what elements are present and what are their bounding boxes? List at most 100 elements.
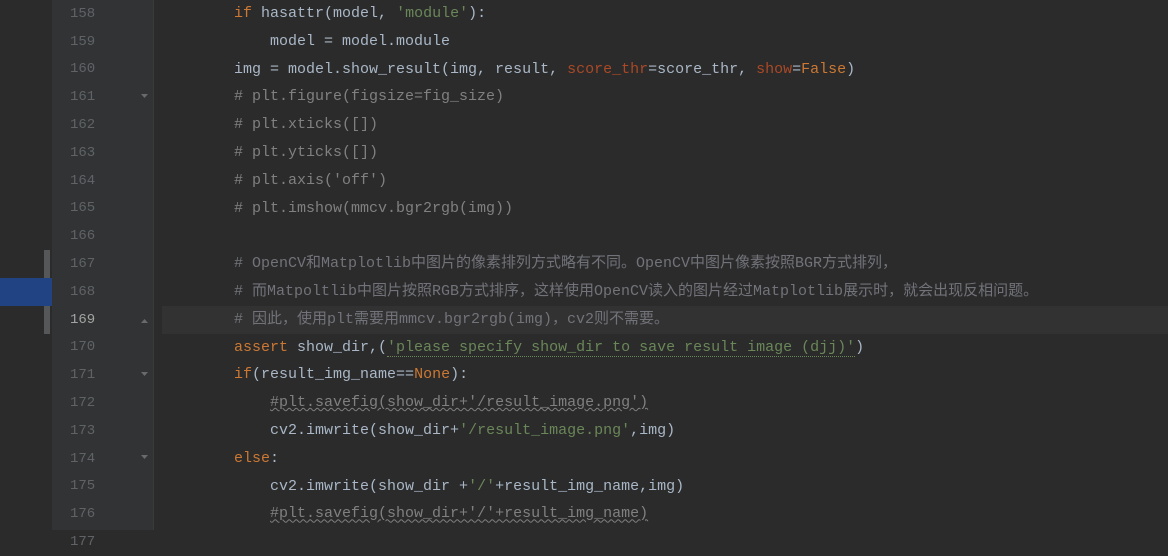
gutter-row[interactable]: 165 [52,195,153,223]
gutter-row[interactable]: 168 [52,278,153,306]
line-number: 158 [70,6,106,22]
code-token: #plt.savefig(show_dir+'/'+result_img_nam… [270,505,648,522]
code-token: None [414,366,450,383]
indent [162,144,234,161]
code-token: '/' [468,478,495,495]
gutter-row[interactable]: 160 [52,56,153,84]
gutter-row[interactable]: 171 [52,361,153,389]
indent [162,422,270,439]
gutter-row[interactable]: 163 [52,139,153,167]
line-number: 170 [70,339,106,355]
gutter-row[interactable]: 166 [52,222,153,250]
code-line[interactable] [162,528,1168,556]
code-token: ): [450,366,468,383]
gutter-row[interactable]: 169 [52,306,153,334]
indent [162,311,234,328]
code-token: (result_img_name== [252,366,414,383]
code-token: assert [234,339,297,356]
gutter-row[interactable]: 158 [52,0,153,28]
gutter-row[interactable]: 172 [52,389,153,417]
code-token: # 而Matpoltlib中图片按照RGB方式排序，这样使用OpenCV读入的图… [234,283,1038,300]
code-token: '/result_image.png' [459,422,630,439]
selection-highlight [0,278,52,306]
indent [162,366,234,383]
code-line[interactable]: # plt.imshow(mmcv.bgr2rgb(img)) [162,195,1168,223]
code-line[interactable]: #plt.savefig(show_dir+'/'+result_img_nam… [162,500,1168,528]
code-line[interactable]: cv2.imwrite(show_dir+'/result_image.png'… [162,417,1168,445]
code-token: = [792,61,801,78]
indent [162,255,234,272]
code-token: # plt.axis('off') [234,172,387,189]
code-token: =score_thr, [648,61,756,78]
code-line[interactable]: # plt.axis('off') [162,167,1168,195]
line-number: 173 [70,423,106,439]
line-number: 172 [70,395,106,411]
code-line[interactable]: # plt.xticks([]) [162,111,1168,139]
line-number: 176 [70,506,106,522]
code-token: hasattr(model, [261,5,396,22]
code-line[interactable]: #plt.savefig(show_dir+'/result_image.png… [162,389,1168,417]
line-number: 169 [70,312,106,328]
gutter-row[interactable]: 162 [52,111,153,139]
gutter-row[interactable]: 161 [52,83,153,111]
code-token: # plt.xticks([]) [234,116,378,133]
line-number: 166 [70,228,106,244]
line-number: 161 [70,89,106,105]
code-token: score_thr [567,61,648,78]
line-number: 164 [70,173,106,189]
code-token: cv2.imwrite(show_dir + [270,478,468,495]
code-token: else [234,450,270,467]
code-editor[interactable]: if hasattr(model, 'module'): model = mod… [154,0,1168,530]
code-line[interactable]: # 而Matpoltlib中图片按照RGB方式排序，这样使用OpenCV读入的图… [162,278,1168,306]
gutter-row[interactable]: 176 [52,500,153,528]
indent [162,450,234,467]
code-line[interactable]: # 因此，使用plt需要用mmcv.bgr2rgb(img)，cv2则不需要。 [162,306,1168,334]
code-line[interactable]: # plt.yticks([]) [162,139,1168,167]
code-token: : [270,450,279,467]
line-number: 167 [70,256,106,272]
indent [162,172,234,189]
code-line[interactable]: # OpenCV和Matplotlib中图片的像素排列方式略有不同。OpenCV… [162,250,1168,278]
indent [162,116,234,133]
code-token: +result_img_name,img) [495,478,684,495]
code-line[interactable] [162,222,1168,250]
gutter-row[interactable]: 174 [52,445,153,473]
line-number: 174 [70,451,106,467]
code-token: # plt.figure(figsize=fig_size) [234,88,504,105]
fold-open-icon[interactable] [139,92,149,102]
indent [162,5,234,22]
code-line[interactable]: if hasattr(model, 'module'): [162,0,1168,28]
line-number: 175 [70,478,106,494]
line-number: 162 [70,117,106,133]
gutter-row[interactable]: 175 [52,473,153,501]
code-token: ) [846,61,855,78]
code-token: # plt.yticks([]) [234,144,378,161]
gutter-row[interactable]: 173 [52,417,153,445]
code-token: show [756,61,792,78]
code-line[interactable]: if(result_img_name==None): [162,361,1168,389]
code-line[interactable]: assert show_dir,('please specify show_di… [162,334,1168,362]
code-line[interactable]: # plt.figure(figsize=fig_size) [162,83,1168,111]
code-line[interactable]: model = model.module [162,28,1168,56]
code-line[interactable]: else: [162,445,1168,473]
code-token: if [234,5,261,22]
line-number: 171 [70,367,106,383]
gutter-row[interactable]: 159 [52,28,153,56]
gutter-row[interactable]: 170 [52,334,153,362]
fold-open-icon[interactable] [139,454,149,464]
code-token: img = model.show_result(img, result, [234,61,567,78]
code-line[interactable]: img = model.show_result(img, result, sco… [162,56,1168,84]
gutter-row[interactable]: 177 [52,528,153,556]
code-line[interactable]: cv2.imwrite(show_dir +'/'+result_img_nam… [162,473,1168,501]
code-token: ): [468,5,486,22]
line-number: 163 [70,145,106,161]
code-token: ) [855,339,864,356]
code-token: 'please specify show_dir to save result … [387,339,855,357]
fold-open-icon[interactable] [139,370,149,380]
indent [162,394,270,411]
indent [162,88,234,105]
fold-close-icon[interactable] [139,315,149,325]
gutter-row[interactable]: 164 [52,167,153,195]
code-token: ,img) [630,422,675,439]
gutter-row[interactable]: 167 [52,250,153,278]
